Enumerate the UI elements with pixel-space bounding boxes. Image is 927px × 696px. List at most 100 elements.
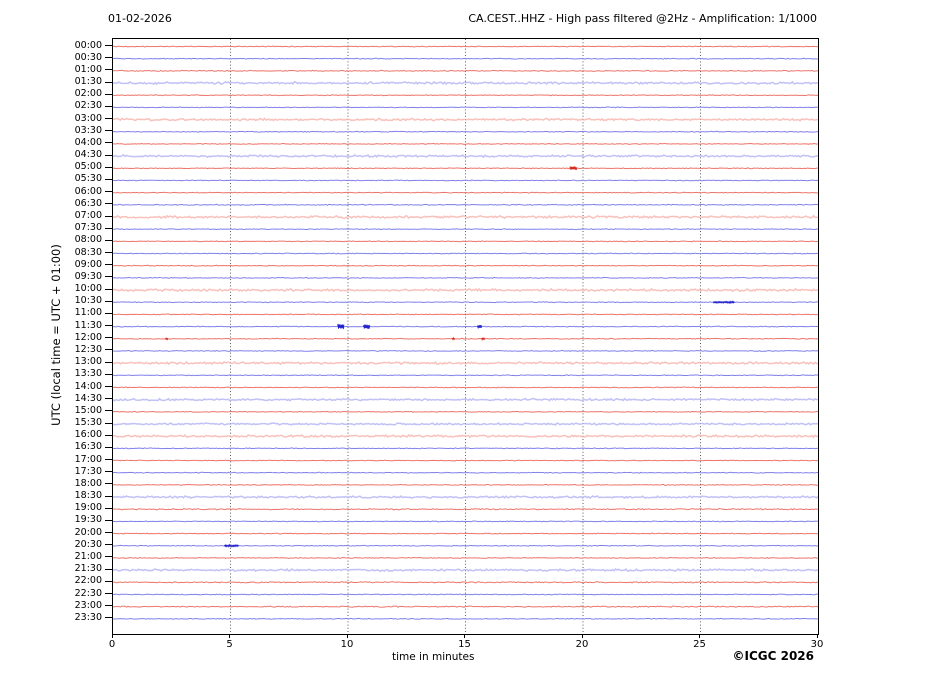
y-tick-mark: [105, 446, 112, 448]
trace-1730: [113, 471, 818, 474]
y-tick-label: 02:30: [74, 100, 102, 112]
y-tick-label: 05:00: [74, 161, 102, 173]
trace-0200: [113, 94, 818, 97]
trace-2300: [113, 605, 818, 608]
trace-0430: [113, 153, 818, 159]
y-tick-label: 22:30: [74, 587, 102, 599]
y-tick-label: 13:30: [74, 368, 102, 380]
y-tick-label: 23:30: [74, 611, 102, 623]
x-tick-label: 15: [458, 639, 471, 650]
y-tick-mark: [105, 483, 112, 485]
trace-2200: [113, 581, 818, 584]
y-tick-label: 21:30: [74, 563, 102, 575]
y-tick-label: 04:00: [74, 136, 102, 148]
event-1130-1: [363, 324, 371, 329]
y-tick-mark: [105, 519, 112, 521]
y-tick-mark: [105, 361, 112, 363]
y-tick-label: 21:00: [74, 550, 102, 562]
y-tick-mark: [105, 300, 112, 302]
trace-1130: [113, 325, 818, 328]
event-1130-0: [337, 323, 345, 330]
trace-0930: [113, 276, 818, 279]
y-tick-label: 18:30: [74, 490, 102, 501]
trace-1000: [113, 287, 818, 293]
x-tick-mark: [229, 634, 230, 638]
y-tick-mark: [105, 410, 112, 412]
trace-1400: [113, 386, 818, 389]
y-tick-mark: [105, 227, 112, 229]
y-tick-mark: [105, 398, 112, 400]
y-tick-label: 08:00: [74, 234, 102, 246]
trace-0130: [113, 80, 818, 86]
trace-1700: [113, 459, 818, 462]
y-tick-label: 00:00: [74, 39, 102, 51]
y-tick-label: 19:30: [74, 514, 102, 526]
event-1200-1: [451, 336, 456, 341]
y-tick-mark: [105, 349, 112, 351]
trace-0500: [113, 167, 818, 170]
y-tick-mark: [105, 459, 112, 460]
y-tick-label: 09:30: [74, 270, 102, 282]
y-tick-mark: [105, 154, 112, 156]
y-tick-label: 18:00: [74, 477, 102, 489]
trace-0330: [113, 130, 818, 133]
y-tick-mark: [105, 276, 112, 278]
y-tick-label: 05:30: [74, 173, 102, 185]
trace-1230: [113, 349, 818, 352]
y-tick-mark: [105, 422, 112, 424]
y-tick-label: 01:00: [74, 63, 102, 75]
y-tick-mark: [105, 495, 112, 497]
y-tick-label: 23:00: [74, 599, 102, 611]
x-axis-title: time in minutes: [392, 651, 475, 663]
event-2030-0: [224, 543, 239, 548]
y-tick-label: 07:00: [74, 210, 102, 221]
y-tick-label: 04:30: [74, 149, 102, 161]
x-tick-mark: [346, 634, 348, 638]
y-tick-mark: [105, 166, 112, 168]
copyright-credit: ©ICGC 2026: [732, 649, 814, 663]
y-tick-label: 12:00: [74, 331, 102, 343]
trace-0900: [113, 264, 818, 267]
y-tick-label: 15:00: [74, 404, 102, 416]
y-tick-label: 03:30: [74, 124, 102, 136]
x-tick-label: 20: [575, 639, 589, 650]
y-tick-mark: [105, 593, 112, 594]
trace-0700: [113, 214, 818, 220]
plot-area: [112, 38, 819, 635]
y-tick-mark: [105, 288, 112, 290]
trace-0230: [113, 106, 818, 109]
trace-0730: [113, 228, 818, 231]
trace-2230: [113, 593, 818, 596]
y-tick-label: 14:30: [74, 392, 102, 404]
trace-1330: [113, 374, 818, 377]
y-tick-mark: [105, 81, 112, 83]
y-tick-label: 06:00: [74, 185, 102, 197]
y-tick-label: 03:00: [74, 112, 102, 124]
y-tick-mark: [105, 556, 112, 558]
y-tick-mark: [105, 69, 112, 71]
y-tick-mark: [105, 93, 112, 95]
y-tick-mark: [105, 252, 112, 253]
y-tick-label: 10:30: [74, 295, 102, 307]
event-1030-0: [712, 300, 735, 305]
x-tick-label: 25: [693, 639, 706, 650]
trace-0100: [113, 69, 818, 72]
trace-0400: [113, 142, 818, 145]
trace-2330: [113, 617, 818, 620]
trace-0000: [113, 45, 818, 48]
seismogram-traces: [113, 39, 818, 634]
date-title: 01-02-2026: [108, 12, 172, 25]
y-tick-label: 14:00: [74, 380, 102, 392]
trace-0630: [113, 203, 818, 206]
y-tick-label: 11:00: [74, 307, 102, 319]
trace-0300: [113, 117, 818, 122]
y-tick-mark: [105, 118, 112, 120]
y-tick-label: 16:00: [74, 429, 102, 441]
y-tick-label: 19:00: [74, 502, 102, 514]
event-0500-0: [569, 166, 578, 170]
x-tick-mark: [581, 634, 583, 638]
y-tick-label: 11:30: [74, 319, 102, 331]
y-tick-label: 02:00: [74, 88, 102, 100]
y-tick-mark: [105, 386, 112, 387]
y-tick-label: 20:00: [74, 526, 102, 538]
